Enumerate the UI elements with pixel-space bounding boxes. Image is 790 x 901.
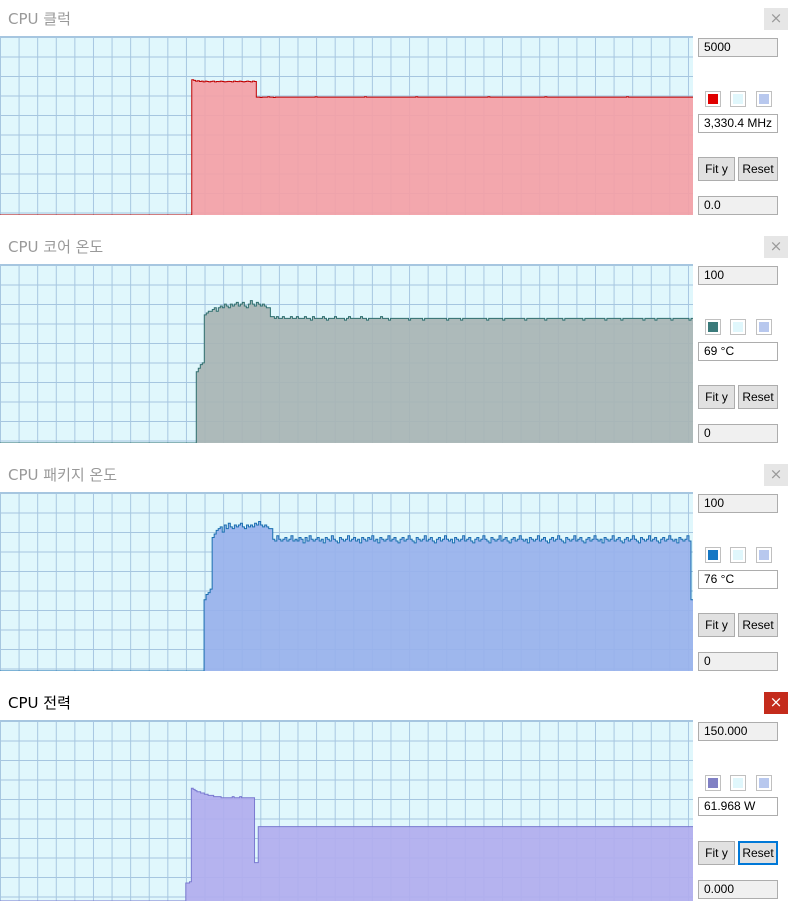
max-field[interactable]: 100 [698,266,778,285]
side-controls: 100 76 °C Fit y Reset 0 [696,492,790,672]
color-square-icon [708,778,718,788]
color-swatch-grid[interactable] [756,91,772,107]
fit-y-button[interactable]: Fit y [698,613,735,637]
panel-titlebar[interactable]: CPU 패키지 온도 × [0,456,790,492]
background-window-fragment [0,672,693,683]
side-controls: 150.000 61.968 W Fit y Reset 0.000 [696,720,790,900]
close-icon[interactable]: × [764,236,788,258]
color-square-icon [708,550,718,560]
current-value: 69 °C [698,342,778,361]
color-square-icon [759,550,769,560]
side-controls: 5000 3,330.4 MHz Fit y Reset 0.0 [696,36,790,216]
color-square-icon [708,94,718,104]
series-fill [0,788,693,901]
color-swatch-line[interactable] [705,319,721,335]
fit-y-button[interactable]: Fit y [698,385,735,409]
series-fill [0,521,693,671]
panel-cpu-core-temp: CPU 코어 온도 × 100 69 °C Fit y Reset 0 [0,228,790,456]
color-square-icon [759,778,769,788]
background-window-fragment [0,444,693,455]
graph-svg [0,787,693,901]
max-field[interactable]: 150.000 [698,722,778,741]
fit-y-button[interactable]: Fit y [698,841,735,865]
panel-cpu-power: CPU 전력 × 150.000 61.968 W Fit y Reset 0.… [0,684,790,901]
min-field[interactable]: 0.0 [698,196,778,215]
graph-area [0,264,693,443]
graph-svg [0,300,693,443]
panel-title: CPU 클럭 [8,10,71,28]
close-icon[interactable]: × [764,692,788,714]
min-field[interactable]: 0 [698,652,778,671]
panel-titlebar[interactable]: CPU 클럭 × [0,0,790,36]
color-swatch-line[interactable] [705,547,721,563]
color-swatch-line[interactable] [705,91,721,107]
color-square-icon [733,550,743,560]
max-field[interactable]: 100 [698,494,778,513]
panel-title: CPU 코어 온도 [8,238,104,256]
current-value: 76 °C [698,570,778,589]
color-square-icon [733,94,743,104]
min-field[interactable]: 0.000 [698,880,778,899]
fit-y-button[interactable]: Fit y [698,157,735,181]
panel-title: CPU 전력 [8,694,71,712]
color-square-icon [733,778,743,788]
side-controls: 100 69 °C Fit y Reset 0 [696,264,790,444]
color-square-icon [759,94,769,104]
min-field[interactable]: 0 [698,424,778,443]
color-square-icon [708,322,718,332]
reset-button[interactable]: Reset [738,841,778,865]
current-value: 3,330.4 MHz [698,114,778,133]
panel-cpu-clock: CPU 클럭 × 5000 3,330.4 MHz Fit y Reset 0.… [0,0,790,228]
reset-button[interactable]: Reset [738,613,778,637]
color-swatch-background[interactable] [730,547,746,563]
panel-titlebar[interactable]: CPU 코어 온도 × [0,228,790,264]
max-field[interactable]: 5000 [698,38,778,57]
close-icon[interactable]: × [764,464,788,486]
series-fill [0,79,693,215]
reset-button[interactable]: Reset [738,157,778,181]
color-swatch-line[interactable] [705,775,721,791]
current-value: 61.968 W [698,797,778,816]
graph-svg [0,79,693,215]
color-square-icon [733,322,743,332]
graph-area [0,492,693,671]
color-swatch-background[interactable] [730,775,746,791]
graph-area [0,720,693,901]
panel-title: CPU 패키지 온도 [8,466,118,484]
panel-titlebar[interactable]: CPU 전력 × [0,684,790,720]
graph-area [0,36,693,215]
close-icon[interactable]: × [764,8,788,30]
color-swatch-grid[interactable] [756,547,772,563]
panel-cpu-package-temp: CPU 패키지 온도 × 100 76 °C Fit y Reset 0 [0,456,790,684]
color-square-icon [759,322,769,332]
graph-svg [0,520,693,671]
color-swatch-background[interactable] [730,91,746,107]
color-swatch-grid[interactable] [756,775,772,791]
color-swatch-background[interactable] [730,319,746,335]
color-swatch-grid[interactable] [756,319,772,335]
series-fill [0,300,693,443]
background-window-fragment [0,216,693,227]
reset-button[interactable]: Reset [738,385,778,409]
